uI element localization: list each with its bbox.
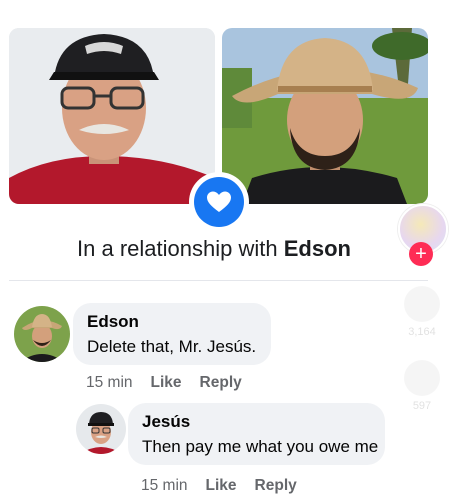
relationship-prefix: In a relationship with bbox=[77, 236, 278, 261]
overlay-comment-icon[interactable] bbox=[404, 360, 440, 396]
like-button[interactable]: Like bbox=[206, 477, 237, 495]
comment-actions: 15 min Like Reply bbox=[141, 477, 297, 495]
comment-author[interactable]: Edson bbox=[87, 312, 257, 332]
overlay-like-count: 3,164 bbox=[408, 326, 436, 338]
relationship-heart-badge bbox=[189, 172, 249, 232]
overlay-comment-count: 597 bbox=[412, 400, 432, 412]
heart-icon bbox=[194, 177, 244, 227]
comment-text: Delete that, Mr. Jesús. bbox=[87, 337, 257, 356]
avatar[interactable] bbox=[76, 404, 126, 454]
comment-text: Then pay me what you owe me bbox=[142, 437, 379, 456]
comment-bubble[interactable]: Jesús Then pay me what you owe me bbox=[128, 403, 385, 465]
divider bbox=[9, 280, 428, 281]
plus-icon[interactable]: + bbox=[409, 242, 433, 266]
comment-time: 15 min bbox=[86, 374, 133, 391]
profile-photo-left[interactable] bbox=[9, 28, 215, 204]
reply-button[interactable]: Reply bbox=[200, 374, 242, 392]
reply-button[interactable]: Reply bbox=[255, 477, 297, 495]
profile-photo-right[interactable] bbox=[222, 28, 428, 204]
like-button[interactable]: Like bbox=[151, 374, 182, 392]
relationship-partner-name[interactable]: Edson bbox=[284, 236, 351, 261]
relationship-status: In a relationship with Edson bbox=[0, 236, 428, 262]
comment-author[interactable]: Jesús bbox=[142, 412, 371, 432]
overlay-heart-icon[interactable] bbox=[404, 286, 440, 322]
comment-actions: 15 min Like Reply bbox=[86, 374, 242, 392]
comment-bubble[interactable]: Edson Delete that, Mr. Jesús. bbox=[73, 303, 271, 365]
comment-time: 15 min bbox=[141, 477, 188, 494]
avatar[interactable] bbox=[14, 306, 70, 362]
